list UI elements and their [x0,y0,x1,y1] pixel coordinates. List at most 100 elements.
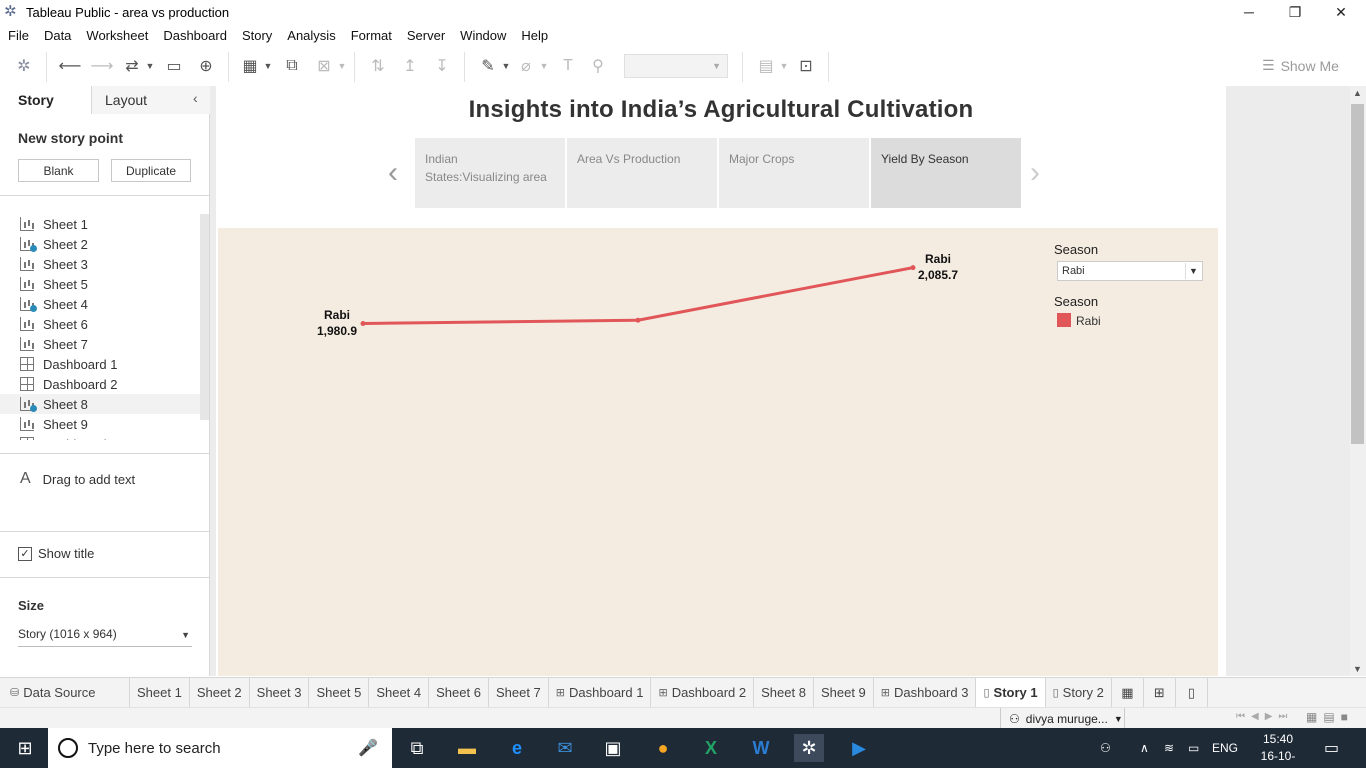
view-mode-icons[interactable]: ▦▤■ [1306,710,1354,724]
file-explorer-icon[interactable]: ▬ [452,734,482,762]
new-worksheet-dropdown-icon[interactable]: ▼ [262,54,274,78]
scroll-up-icon[interactable]: ▲ [1353,88,1362,98]
menu-story[interactable]: Story [234,28,279,43]
previous-story-point-icon[interactable]: ‹ [388,156,398,190]
scroll-down-icon[interactable]: ▼ [1353,664,1362,674]
menu-window[interactable]: Window [452,28,513,43]
windows-start-icon[interactable]: ⊞ [10,734,40,762]
taskbar-search[interactable]: Type here to search 🎤 [48,728,392,768]
collapse-pane-icon[interactable]: ‹ [193,90,198,106]
tab-story[interactable]: Story [0,86,92,114]
show-hidden-icons[interactable]: ∧ [1140,728,1149,768]
swap-axes-icon[interactable]: ⇅ [366,54,390,78]
sheet-tab[interactable]: Sheet 4 [369,677,430,708]
mail-icon[interactable]: ✉ [550,734,580,762]
sheet-list-item[interactable]: Sheet 4 [0,294,200,314]
highlight-dropdown-icon[interactable]: ▼ [500,54,512,78]
replay-icon[interactable]: ⇄ [120,54,144,78]
next-story-point-icon[interactable]: › [1030,156,1040,190]
undo-icon[interactable]: ⟵ [58,54,82,78]
legend-swatch[interactable] [1057,313,1071,327]
story-point-3[interactable]: Major Crops [719,138,869,208]
vertical-scrollbar[interactable]: ▲ ▼ [1350,86,1366,676]
sheet-tab[interactable]: Sheet 5 [309,677,370,708]
clear-sheet-icon[interactable]: ⊠ [312,54,336,78]
sheet-list-item[interactable]: Sheet 6 [0,314,200,334]
tableau-taskbar-icon[interactable]: ✲ [794,734,824,762]
sheet-tab[interactable]: Sheet 9 [814,677,874,708]
sheet-list-item[interactable]: Sheet 2 [0,234,200,254]
sheet-tab[interactable]: ▯ Story 1 [976,677,1046,708]
sheet-list-item[interactable]: Sheet 7 [0,334,200,354]
word-icon[interactable]: W [746,734,776,762]
edge-browser-icon[interactable]: e [502,734,532,762]
story-point-1[interactable]: Indian States:Visualizing area [415,138,565,208]
menu-help[interactable]: Help [513,28,555,43]
battery-icon[interactable]: ▭ [1188,728,1199,768]
sheet-tab[interactable]: ⊞ Dashboard 3 [874,677,977,708]
presentation-mode-icon[interactable]: ⊡ [794,54,818,78]
sheet-list-item[interactable]: Dashboard 2 [0,374,200,394]
new-worksheet-tab-icon[interactable]: ▦ [1112,677,1144,708]
scrollbar-thumb[interactable] [1351,104,1364,444]
notifications-icon[interactable]: ▭ [1324,728,1339,768]
blank-button[interactable]: Blank [18,159,99,182]
drag-text-object[interactable]: A Drag to add text [20,470,135,488]
sheet-list-item[interactable]: Dashboard 1 [0,354,200,374]
minimize-button[interactable]: ─ [1226,0,1272,24]
fix-axes-icon[interactable]: ⚲ [586,54,610,78]
story-point-4[interactable]: Yield By Season [871,138,1021,208]
menu-server[interactable]: Server [399,28,452,43]
sheet-tab[interactable]: Sheet 2 [190,677,250,708]
menu-file[interactable]: File [0,28,36,43]
menu-worksheet[interactable]: Worksheet [78,28,155,43]
sheet-tab[interactable]: Sheet 1 [130,677,190,708]
sheet-tab[interactable]: Sheet 8 [754,677,814,708]
cards-dropdown-icon[interactable]: ▼ [778,54,790,78]
size-dropdown[interactable]: Story (1016 x 964) ▼ [18,627,192,647]
group-icon[interactable]: ⌀ [514,54,538,78]
store-icon[interactable]: ▣ [598,734,628,762]
sheet-tab[interactable]: Sheet 3 [250,677,310,708]
season-filter-dropdown[interactable]: Rabi ▼ [1057,261,1203,281]
menu-data[interactable]: Data [36,28,78,43]
show-me-button[interactable]: ☰ Show Me [1262,57,1339,74]
legend-label[interactable]: Rabi [1076,314,1101,328]
sort-descending-icon[interactable]: ↧ [430,54,454,78]
new-dashboard-tab-icon[interactable]: ⊞ [1144,677,1176,708]
sheet-list-item[interactable]: Dashboard 3 [0,434,200,440]
sheet-list-item[interactable]: Sheet 1 [0,214,200,234]
excel-icon[interactable]: X [696,734,726,762]
sheet-list-item[interactable]: Sheet 8 [0,394,200,414]
close-button[interactable]: ✕ [1318,0,1364,24]
restore-button[interactable]: ❐ [1272,0,1318,24]
sheet-list-item[interactable]: Sheet 5 [0,274,200,294]
show-labels-icon[interactable]: T [556,54,580,78]
sort-ascending-icon[interactable]: ↥ [398,54,422,78]
task-view-icon[interactable]: ⧉ [402,734,432,762]
microphone-icon[interactable]: 🎤 [358,738,378,758]
new-data-source-icon[interactable]: ⊕ [194,54,218,78]
sheet-tab[interactable]: ⊞ Dashboard 2 [651,677,755,708]
language-indicator[interactable]: ENG [1212,728,1238,768]
new-worksheet-icon[interactable]: ▦ [238,54,262,78]
cards-icon[interactable]: ▤ [754,54,778,78]
sheet-list-item[interactable]: Sheet 9 [0,414,200,434]
menu-format[interactable]: Format [343,28,399,43]
redo-icon[interactable]: ⟶ [90,54,114,78]
replay-dropdown-icon[interactable]: ▼ [144,54,156,78]
group-dropdown-icon[interactable]: ▼ [538,54,550,78]
network-icon[interactable]: ≋ [1164,728,1174,768]
sheet-navigation-icons[interactable]: ⏮◀▶⏭ [1236,711,1293,722]
show-title-checkbox[interactable]: ✓ Show title [18,546,94,561]
highlight-icon[interactable]: ✎ [476,54,500,78]
new-story-tab-icon[interactable]: ▯ [1176,677,1208,708]
sheet-tab[interactable]: Sheet 6 [429,677,489,708]
sheet-tab[interactable]: Sheet 7 [489,677,549,708]
game-app-icon[interactable]: ● [648,734,678,762]
save-icon[interactable]: ▭ [162,54,186,78]
menu-analysis[interactable]: Analysis [279,28,342,43]
tableau-logo-icon[interactable]: ✲ [12,54,36,78]
menu-dashboard[interactable]: Dashboard [155,28,234,43]
clear-dropdown-icon[interactable]: ▼ [336,54,348,78]
